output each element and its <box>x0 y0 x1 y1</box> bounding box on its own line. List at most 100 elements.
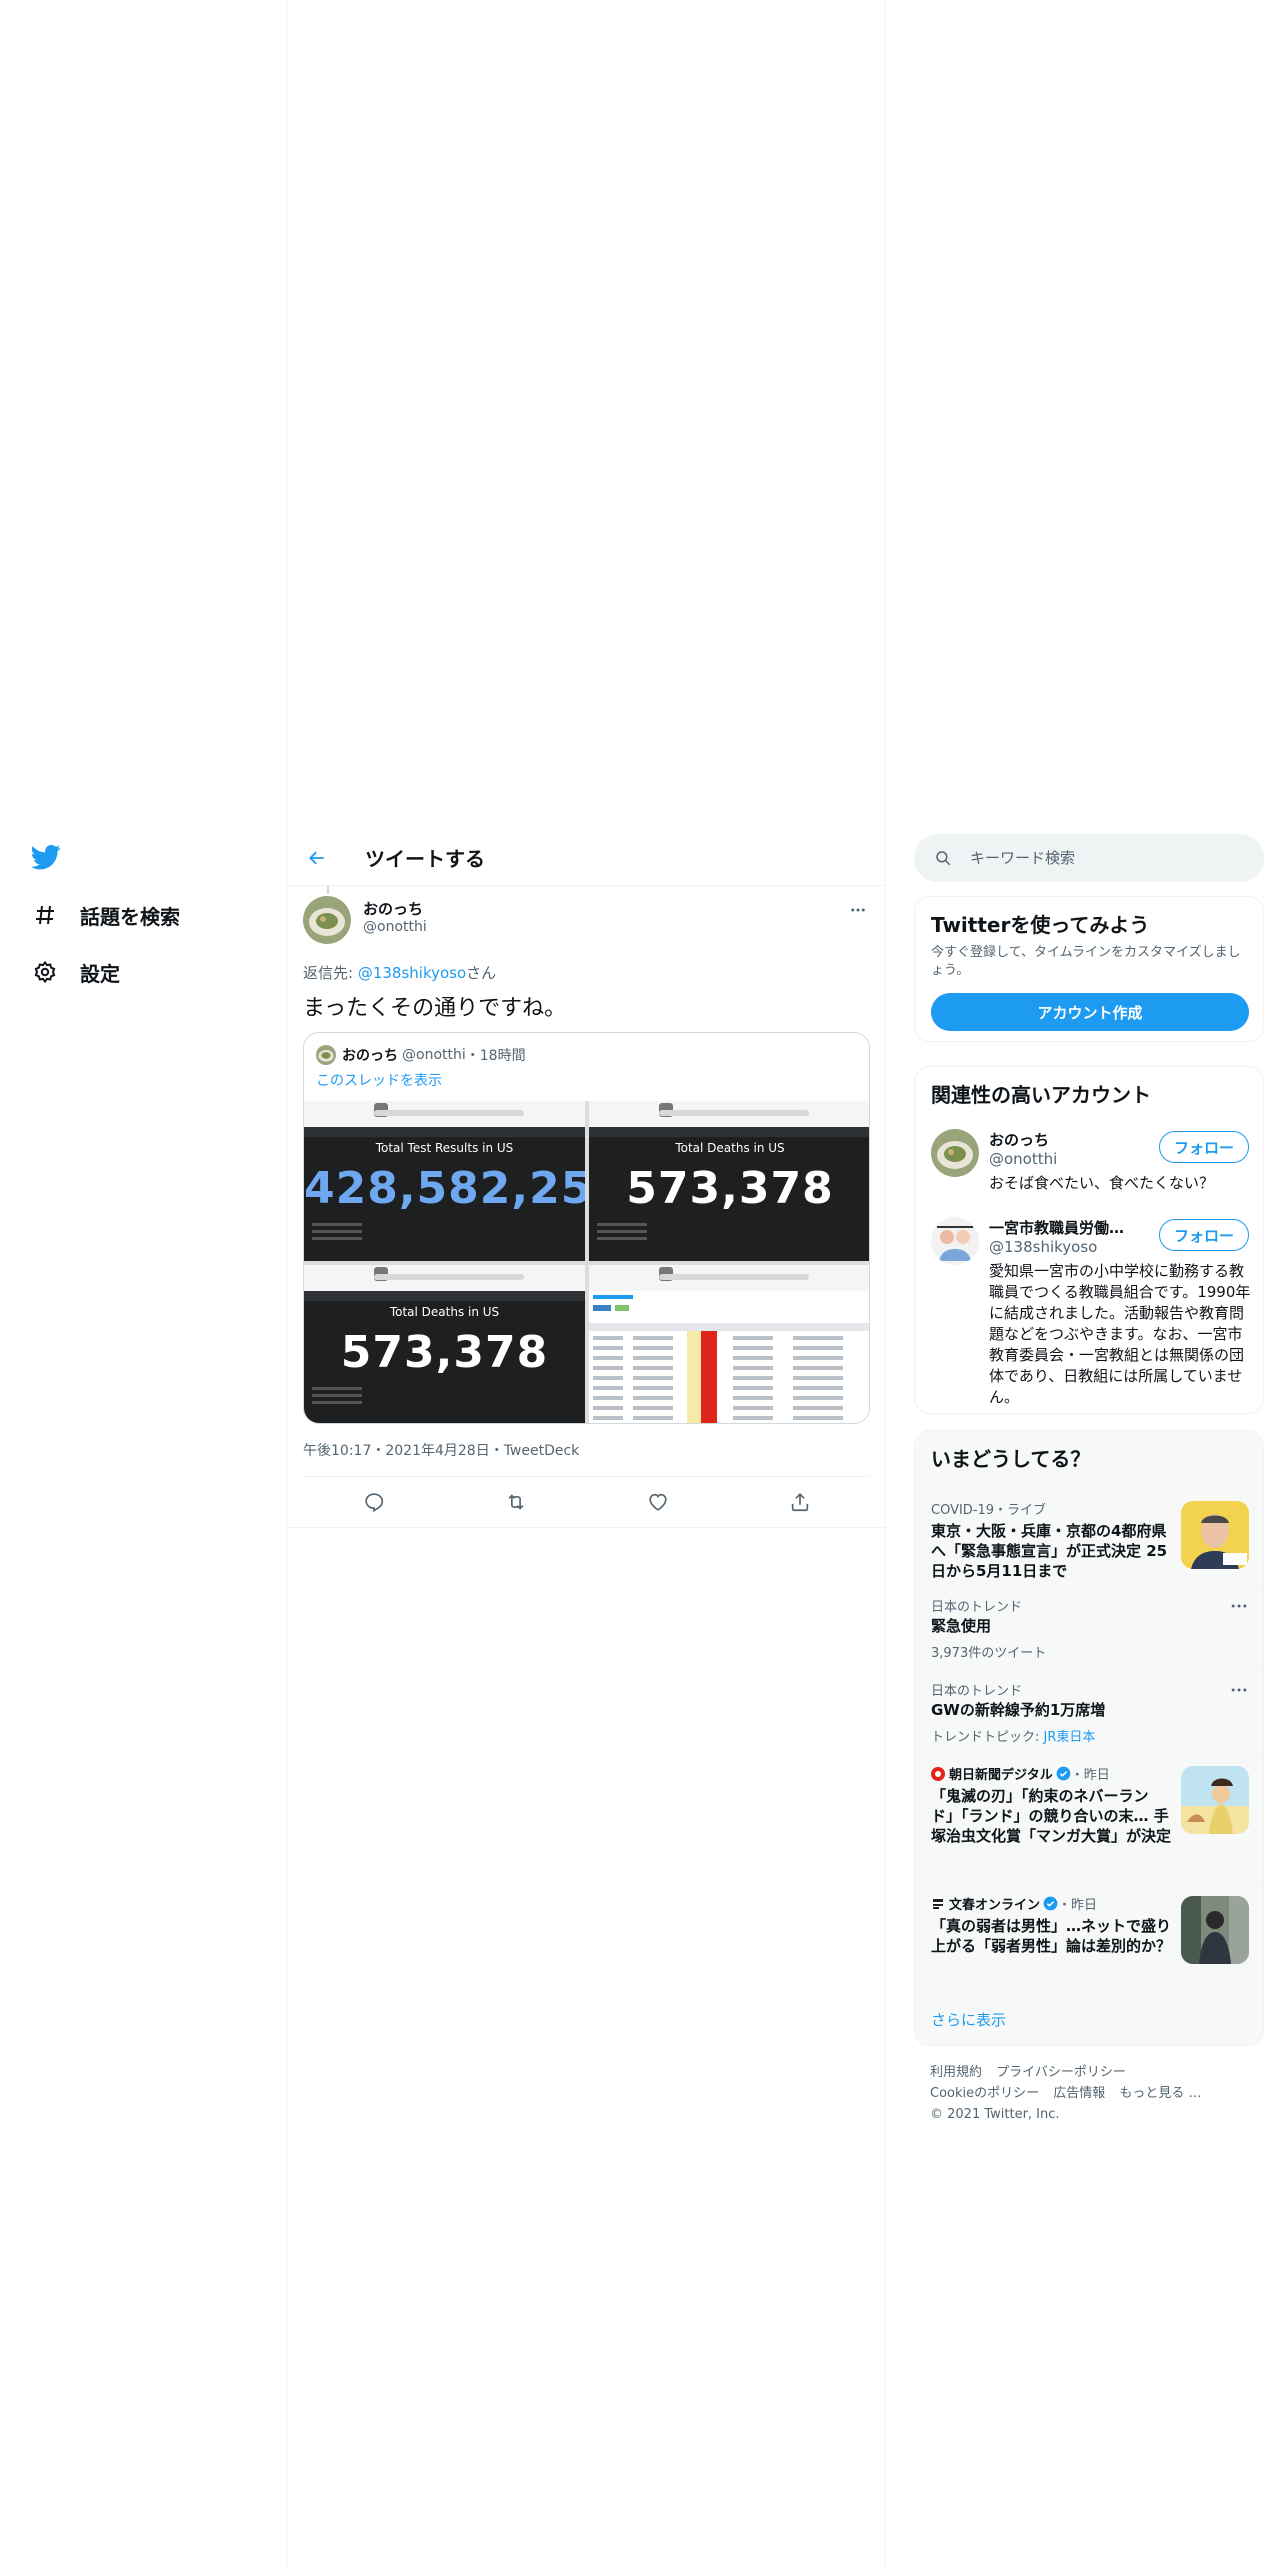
signup-description: 今すぐ登録して、タイムラインをカスタマイズしましょう。 <box>931 945 1241 978</box>
account-item[interactable]: 一宮市教職員労働組... @138shikyoso 愛知県一宮市の小中学校に勤務… <box>915 1217 1263 1407</box>
news-time: ・昨日 <box>1070 1768 1110 1783</box>
reply-icon[interactable] <box>363 1491 385 1513</box>
hashtag-icon <box>30 900 60 930</box>
trends-title: いまどうしてる？ <box>931 1447 1091 1471</box>
back-button[interactable] <box>299 840 335 876</box>
trend-tweet-count: 3,973件のツイート <box>931 1646 1047 1661</box>
more-options-button[interactable] <box>846 898 870 922</box>
trend-thumbnail <box>1181 1896 1249 1964</box>
twitter-logo-icon[interactable] <box>30 842 62 872</box>
footer-link-privacy[interactable]: プライバシーポリシー <box>996 2065 1126 2080</box>
trend-topic-prefix: トレンドトピック: <box>931 1730 1044 1745</box>
trend-context: 日本のトレンド <box>931 1600 1023 1615</box>
main-column: ツイートする おのっち @onotthi 返信先: @138shikyosoさん… <box>286 0 886 2568</box>
quoted-tweet[interactable]: おのっち @onotthi ・ 18時間 このスレッドを表示 Total Tes… <box>303 1032 870 1424</box>
nav-settings[interactable]: 設定 <box>30 952 120 992</box>
news-source-line: 文春オンライン ・昨日 <box>931 1894 1097 1913</box>
dashboard-bar <box>304 1127 585 1137</box>
more-dots-icon[interactable] <box>1229 1596 1249 1616</box>
nav-explore-label: 話題を検索 <box>80 904 180 929</box>
footer-link-cookies[interactable]: Cookieのポリシー <box>930 2086 1039 2101</box>
news-source-name: 文春オンライン <box>949 1898 1041 1913</box>
avatar[interactable] <box>303 896 351 944</box>
media-value: 428,582,253 <box>304 1163 585 1214</box>
author-name[interactable]: おのっち <box>363 898 423 919</box>
more-dots-icon <box>851 908 865 912</box>
browser-bar <box>304 1101 585 1127</box>
search-icon <box>936 851 951 866</box>
follow-button[interactable]: フォロー <box>1159 1131 1249 1163</box>
account-handle: @onotthi <box>989 1150 1058 1168</box>
show-more-link[interactable]: さらに表示 <box>931 2009 1006 2030</box>
account-name[interactable]: おのっち <box>989 1129 1049 1150</box>
trend-context: 日本のトレンド <box>931 1684 1023 1699</box>
reply-to-line: 返信先: @138shikyosoさん <box>303 962 496 983</box>
footer-link-more[interactable]: もっと見る … <box>1119 2086 1201 2101</box>
news-time: ・昨日 <box>1058 1898 1098 1913</box>
media-footnotes <box>597 1223 657 1244</box>
trend-item[interactable]: 日本のトレンド GWの新幹線予約1万席増 トレンドトピック: JR東日本 <box>915 1669 1263 1753</box>
trend-title: 緊急使用 <box>931 1617 992 1635</box>
trend-topic-line: トレンドトピック: JR東日本 <box>931 1726 1095 1745</box>
media-image-3[interactable]: Total Deaths in US 573,378 <box>304 1265 585 1423</box>
account-item[interactable]: おのっち @onotthi おそば食べたい、食べたくない？ フォロー <box>915 1129 1263 1209</box>
footer-link-terms[interactable]: 利用規約 <box>930 2065 982 2080</box>
media-image-1[interactable]: Total Test Results in US 428,582,253 <box>304 1101 585 1261</box>
retweet-icon[interactable] <box>505 1491 527 1513</box>
reply-mention-link[interactable]: @138shikyoso <box>358 964 466 982</box>
copyright: © 2021 Twitter, Inc. <box>930 2107 1060 2122</box>
reply-prefix: 返信先: <box>303 964 358 982</box>
search-box[interactable] <box>914 834 1264 882</box>
media-value: 573,378 <box>340 1327 549 1378</box>
media-value: 573,378 <box>626 1163 834 1214</box>
footer: 利用規約 プライバシーポリシー Cookieのポリシー 広告情報 もっと見る …… <box>930 2062 1250 2125</box>
media-footnotes <box>312 1387 372 1408</box>
trend-topic-link[interactable]: JR東日本 <box>1044 1730 1096 1745</box>
verified-badge-icon <box>1056 1766 1071 1781</box>
quote-author-handle: @onotthi <box>402 1047 466 1063</box>
bunshun-logo-icon <box>931 1896 945 1911</box>
column-header: ツイートする <box>287 830 886 886</box>
avatar[interactable] <box>931 1129 979 1177</box>
search-input[interactable] <box>970 849 1230 867</box>
arrow-left-icon <box>309 851 324 864</box>
news-source-line: 朝日新聞デジタル ・昨日 <box>931 1764 1110 1783</box>
quoted-tweet-header: おのっち @onotthi ・ 18時間 <box>316 1045 526 1065</box>
media-image-2[interactable]: Total Deaths in US 573,378 <box>589 1101 869 1261</box>
footer-link-ads[interactable]: 広告情報 <box>1053 2086 1105 2101</box>
trend-title: 東京・大阪・兵庫・京都の4都府県へ「緊急事態宣言」が正式決定 25日から5月11… <box>931 1522 1168 1580</box>
account-bio: おそば食べたい、食べたくない？ <box>989 1174 1215 1192</box>
like-heart-icon[interactable] <box>647 1491 669 1513</box>
trend-item[interactable]: 文春オンライン ・昨日 「真の弱者は男性」…ネットで盛り上がる「弱者男性」論は差… <box>915 1883 1263 1993</box>
asahi-logo-icon <box>931 1766 945 1781</box>
trend-title: 「鬼滅の刃」「約束のネバーランド」「ランド」の競り合いの末… 手塚治虫文化賞「マ… <box>931 1787 1172 1845</box>
tweet-timestamp[interactable]: 午後10:17・2021年4月28日・TweetDeck <box>303 1440 579 1460</box>
trend-item[interactable]: 朝日新聞デジタル ・昨日 「鬼滅の刃」「約束のネバーランド」「ランド」の競り合い… <box>915 1753 1263 1883</box>
trend-item[interactable]: 日本のトレンド 緊急使用 3,973件のツイート <box>915 1585 1263 1669</box>
quote-separator: ・ <box>465 1048 480 1064</box>
reply-suffix: さん <box>466 964 497 982</box>
account-name[interactable]: 一宮市教職員労働組... <box>989 1217 1139 1238</box>
nav-explore[interactable]: 話題を検索 <box>30 895 180 935</box>
page-title: ツイートする <box>365 847 485 871</box>
quote-author-name: おのっち <box>342 1048 398 1064</box>
quote-media-grid[interactable]: Total Test Results in US 428,582,253 Tot… <box>304 1101 869 1423</box>
accounts-title: 関連性の高いアカウント <box>931 1083 1151 1107</box>
follow-button[interactable]: フォロー <box>1159 1219 1249 1251</box>
media-image-4[interactable] <box>589 1265 869 1423</box>
author-handle[interactable]: @onotthi <box>363 919 427 935</box>
trend-thumbnail <box>1181 1501 1249 1569</box>
verified-badge-icon <box>1043 1896 1058 1911</box>
create-account-button[interactable]: アカウント作成 <box>931 993 1249 1031</box>
avatar[interactable] <box>931 1217 979 1265</box>
account-handle: @138shikyoso <box>989 1238 1098 1256</box>
more-dots-icon[interactable] <box>1229 1680 1249 1700</box>
gear-icon <box>30 957 60 987</box>
trends-panel: いまどうしてる？ COVID-19・ライブ 東京・大阪・兵庫・京都の4都府県へ「… <box>914 1430 1264 2046</box>
show-thread-link[interactable]: このスレッドを表示 <box>316 1070 442 1090</box>
signup-panel: Twitterを使ってみよう 今すぐ登録して、タイムラインをカスタマイズしましょ… <box>914 896 1264 1042</box>
share-icon[interactable] <box>789 1491 811 1513</box>
media-heading: Total Deaths in US <box>389 1305 500 1319</box>
relevant-accounts-panel: 関連性の高いアカウント おのっち @onotthi おそば食べたい、食べたくない… <box>914 1066 1264 1414</box>
trend-item[interactable]: COVID-19・ライブ 東京・大阪・兵庫・京都の4都府県へ「緊急事態宣言」が正… <box>915 1489 1263 1585</box>
